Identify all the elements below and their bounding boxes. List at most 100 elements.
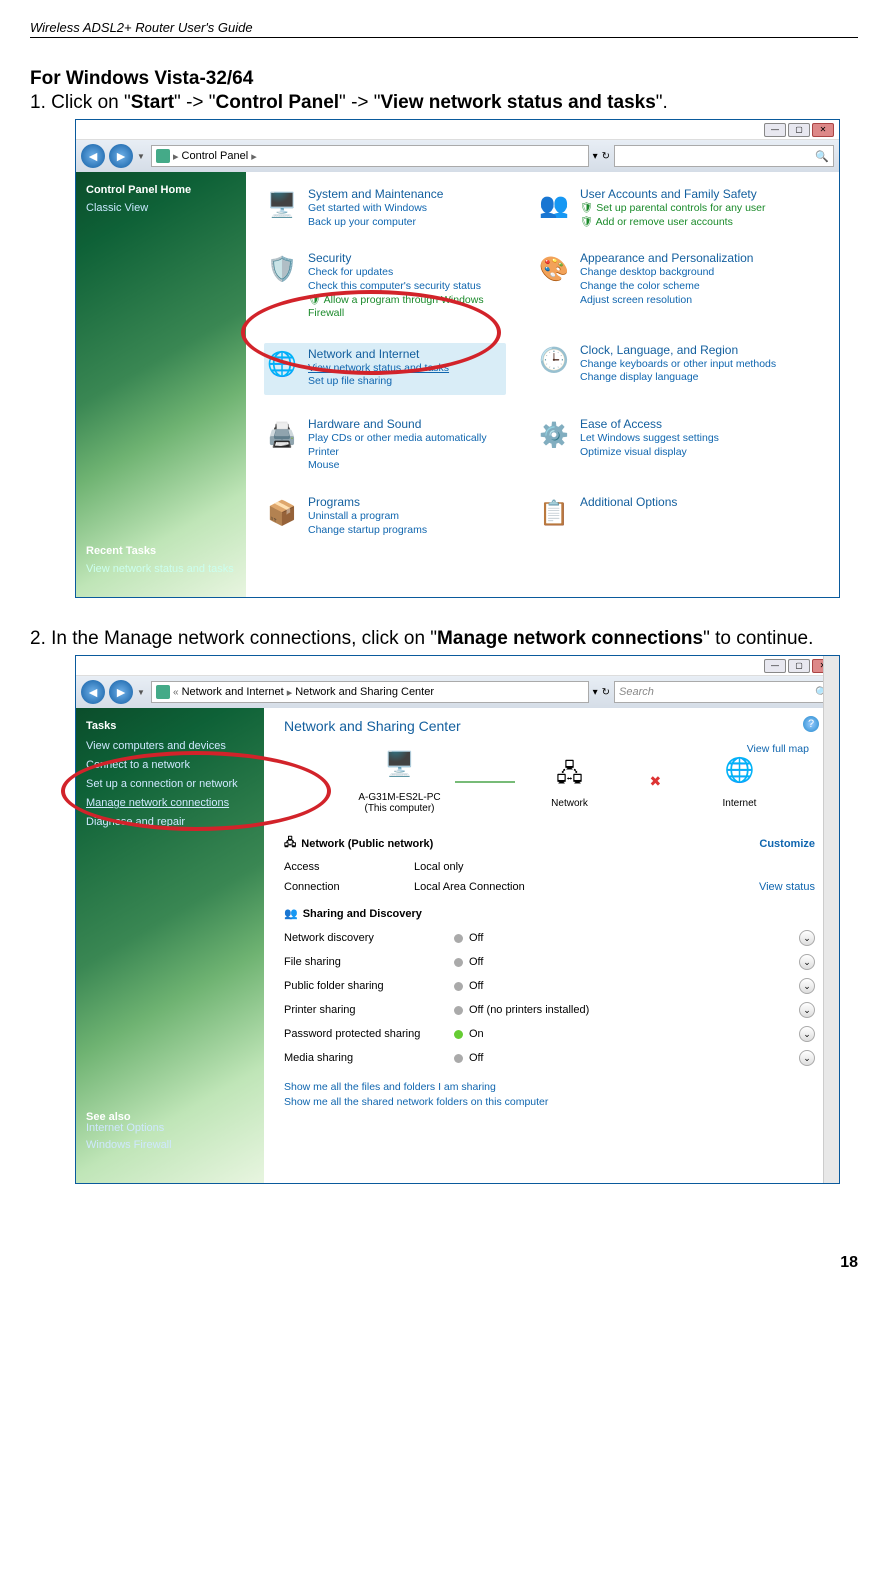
cat-title[interactable]: Security — [308, 251, 506, 265]
cat-link[interactable]: Set up file sharing — [308, 375, 449, 389]
crumb-item[interactable]: Control Panel — [182, 150, 249, 162]
customize-link[interactable]: Customize — [759, 838, 825, 850]
cat-title[interactable]: Hardware and Sound — [308, 417, 487, 431]
cat-link[interactable]: Mouse — [308, 459, 487, 473]
cat-title[interactable]: Additional Options — [580, 495, 677, 509]
category-users[interactable]: 👥 User Accounts and Family Safety 🛡 Set … — [536, 187, 778, 229]
crumb-item[interactable]: Network and Internet — [182, 686, 284, 698]
ease-icon: ⚙️ — [536, 417, 572, 453]
category-system[interactable]: 🖥️ System and Maintenance Get started wi… — [264, 187, 506, 229]
cat-link[interactable]: Check this computer's security status — [308, 280, 506, 294]
close-button[interactable]: ✕ — [812, 123, 834, 137]
cat-title[interactable]: Appearance and Personalization — [580, 251, 753, 265]
cat-link[interactable]: Printer — [308, 446, 487, 460]
sidebar-classic[interactable]: Classic View — [86, 202, 236, 214]
task-manage-connections[interactable]: Manage network connections — [86, 797, 254, 809]
cat-link[interactable]: Check for updates — [308, 266, 506, 280]
cat-title[interactable]: System and Maintenance — [308, 187, 443, 201]
cat-link[interactable]: View network status and tasks — [308, 362, 449, 376]
cat-title[interactable]: Programs — [308, 495, 427, 509]
cat-link[interactable]: 🛡 Add or remove user accounts — [580, 216, 766, 230]
appearance-icon: 🎨 — [536, 251, 572, 287]
share-value: Off — [469, 980, 483, 992]
help-icon[interactable]: ? — [803, 716, 819, 732]
task-diagnose[interactable]: Diagnose and repair — [86, 816, 254, 828]
cat-link[interactable]: Get started with Windows — [308, 202, 443, 216]
cat-link[interactable]: 🛡 Allow a program through Windows Firewa… — [308, 294, 506, 321]
map-network: 🖧 Network — [525, 756, 615, 809]
globe-icon: 🌐 — [720, 756, 760, 796]
network-summary: 🖧 Network (Public network) Customize Acc… — [284, 834, 825, 897]
scrollbar[interactable] — [823, 656, 839, 1183]
expand-button[interactable]: ⌄ — [799, 1050, 815, 1066]
back-button[interactable]: ◄ — [81, 680, 105, 704]
search-input[interactable]: 🔍 — [614, 145, 834, 167]
cat-title[interactable]: Ease of Access — [580, 417, 719, 431]
forward-button[interactable]: ► — [109, 680, 133, 704]
refresh-button[interactable]: ▾ — [593, 151, 598, 162]
expand-button[interactable]: ⌄ — [799, 978, 815, 994]
cat-link[interactable]: Change desktop background — [580, 266, 753, 280]
cat-link[interactable]: Change startup programs — [308, 524, 427, 538]
category-programs[interactable]: 📦 Programs Uninstall a program Change st… — [264, 495, 506, 537]
category-security[interactable]: 🛡️ Security Check for updates Check this… — [264, 251, 506, 321]
hardware-icon: 🖨️ — [264, 417, 300, 453]
category-hardware[interactable]: 🖨️ Hardware and Sound Play CDs or other … — [264, 417, 506, 473]
category-additional[interactable]: 📋 Additional Options — [536, 495, 778, 537]
cat-link[interactable]: Let Windows suggest settings — [580, 432, 719, 446]
expand-button[interactable]: ⌄ — [799, 1002, 815, 1018]
forward-button[interactable]: ► — [109, 144, 133, 168]
crumb-item[interactable]: Network and Sharing Center — [295, 686, 434, 698]
cat-link[interactable]: Change keyboards or other input methods — [580, 358, 776, 372]
row-printer-sharing: Printer sharing Off (no printers install… — [284, 998, 825, 1022]
maximize-button[interactable]: ▢ — [788, 659, 810, 673]
node-label: Internet — [695, 798, 785, 809]
category-ease[interactable]: ⚙️ Ease of Access Let Windows suggest se… — [536, 417, 778, 473]
view-status-link[interactable]: View status — [759, 881, 825, 893]
breadcrumb[interactable]: « Network and Internet ▸ Network and Sha… — [151, 681, 589, 703]
row-public-folder: Public folder sharing Off ⌄ — [284, 974, 825, 998]
seealso-firewall[interactable]: Windows Firewall — [86, 1139, 172, 1151]
cat-title[interactable]: Network and Internet — [308, 347, 449, 361]
security-icon: 🛡️ — [264, 251, 300, 287]
recent-link[interactable]: View network status and tasks — [86, 563, 234, 575]
breadcrumb[interactable]: ▸ Control Panel ▸ — [151, 145, 589, 167]
back-button[interactable]: ◄ — [81, 144, 105, 168]
view-full-map-link[interactable]: View full map — [747, 743, 809, 755]
cat-link[interactable]: Change display language — [580, 371, 776, 385]
maximize-button[interactable]: ▢ — [788, 123, 810, 137]
seealso-internet-options[interactable]: Internet Options — [86, 1122, 164, 1134]
task-connect-network[interactable]: Connect to a network — [86, 759, 254, 771]
category-appearance[interactable]: 🎨 Appearance and Personalization Change … — [536, 251, 778, 321]
category-network[interactable]: 🌐 Network and Internet View network stat… — [264, 343, 506, 395]
refresh-button[interactable]: ▾ — [593, 687, 598, 698]
category-clock[interactable]: 🕒 Clock, Language, and Region Change key… — [536, 343, 778, 395]
share-label: Media sharing — [284, 1052, 454, 1064]
cat-link[interactable]: Uninstall a program — [308, 510, 427, 524]
status-indicator-icon — [454, 982, 463, 991]
show-all-files-link[interactable]: Show me all the files and folders I am s… — [284, 1080, 825, 1095]
sidebar-home[interactable]: Control Panel Home — [86, 184, 236, 196]
search-input[interactable]: Search 🔍 — [614, 681, 834, 703]
expand-button[interactable]: ⌄ — [799, 930, 815, 946]
cat-link[interactable]: Change the color scheme — [580, 280, 753, 294]
history-dropdown[interactable]: ▼ — [137, 152, 147, 161]
task-view-computers[interactable]: View computers and devices — [86, 740, 254, 752]
cat-link[interactable]: 🛡 Set up parental controls for any user — [580, 202, 766, 216]
tasks-heading: Tasks — [86, 720, 254, 732]
refresh-icon[interactable]: ↻ — [602, 151, 610, 162]
cat-title[interactable]: User Accounts and Family Safety — [580, 187, 766, 201]
cat-title[interactable]: Clock, Language, and Region — [580, 343, 776, 357]
history-dropdown[interactable]: ▼ — [137, 688, 147, 697]
expand-button[interactable]: ⌄ — [799, 954, 815, 970]
task-setup-connection[interactable]: Set up a connection or network — [86, 778, 254, 790]
cat-link[interactable]: Optimize visual display — [580, 446, 719, 460]
minimize-button[interactable]: — — [764, 659, 786, 673]
expand-button[interactable]: ⌄ — [799, 1026, 815, 1042]
show-shared-folders-link[interactable]: Show me all the shared network folders o… — [284, 1095, 825, 1110]
cat-link[interactable]: Adjust screen resolution — [580, 294, 753, 308]
cat-link[interactable]: Back up your computer — [308, 216, 443, 230]
minimize-button[interactable]: — — [764, 123, 786, 137]
cat-link[interactable]: Play CDs or other media automatically — [308, 432, 487, 446]
refresh-icon[interactable]: ↻ — [602, 687, 610, 698]
